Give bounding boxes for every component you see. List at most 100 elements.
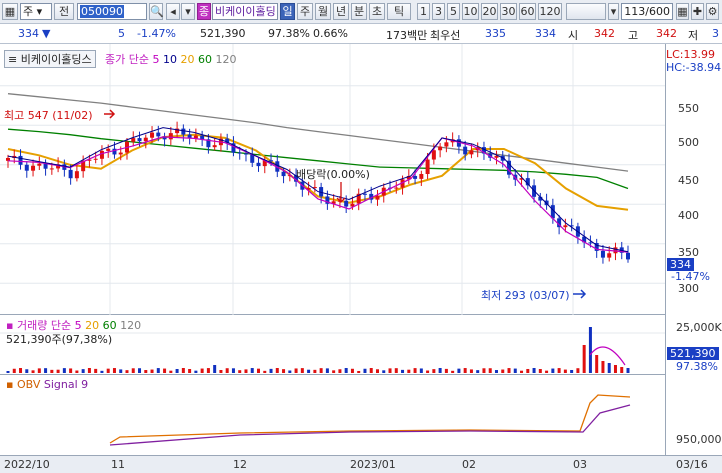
period-tick[interactable]: 틱	[387, 3, 411, 20]
volume-bar	[545, 370, 549, 373]
volume-bar	[225, 368, 229, 373]
prev-button[interactable]: 전	[54, 3, 74, 20]
quote-bid-label: 최우선	[430, 29, 461, 42]
volume-bar	[181, 368, 185, 373]
obv-panel[interactable]: ▪ OBV Signal 9	[0, 375, 665, 455]
volume-bar	[188, 369, 192, 373]
quote-open: 342	[594, 27, 615, 40]
interval-5[interactable]: 5	[447, 3, 460, 20]
quote-low-label: 저	[688, 29, 699, 42]
ma-legend-10: 10	[162, 53, 177, 66]
stock-name[interactable]: 비케이이홀딩	[212, 3, 278, 20]
chevron-down-icon[interactable]: ▾	[181, 3, 195, 20]
interval-20[interactable]: 20	[481, 3, 498, 20]
period-second[interactable]: 초	[369, 3, 385, 20]
volume-bar	[582, 345, 586, 373]
low-arrow-icon	[573, 289, 587, 299]
y-tick-500: 500	[678, 136, 699, 149]
obv-label: OBV	[16, 378, 41, 391]
chevron-down-icon[interactable]: ▾	[608, 3, 619, 20]
y-tick-450: 450	[678, 174, 699, 187]
volume-bar	[112, 368, 116, 373]
volume-bar	[620, 367, 624, 373]
quote-low: 3	[712, 27, 719, 40]
volume-bar	[513, 368, 517, 373]
candle-body	[469, 150, 474, 155]
interval-1[interactable]: 1	[417, 3, 430, 20]
volume-bar	[169, 370, 173, 373]
volume-bar	[344, 368, 348, 373]
x-tick-03-16: 03/16	[676, 458, 708, 471]
candle-body	[600, 250, 605, 258]
interval-30[interactable]: 30	[500, 3, 517, 20]
volume-bar	[219, 370, 223, 373]
volume-bar	[607, 363, 611, 373]
volume-bar	[238, 370, 242, 373]
volume-bar	[231, 368, 235, 373]
candle-body	[24, 164, 29, 171]
volume-current-tag: 521,390	[667, 347, 719, 360]
volume-bar	[507, 368, 511, 373]
candle-body	[74, 171, 79, 179]
volume-bar	[588, 327, 592, 373]
obv-chart[interactable]	[0, 375, 665, 455]
period-minute[interactable]: 분	[351, 3, 367, 20]
stock-title: 비케이이홀딩스	[20, 53, 92, 66]
period-week[interactable]: 주	[297, 3, 313, 20]
volume-bar	[501, 369, 505, 373]
volume-bar	[520, 370, 524, 373]
volume-bar	[269, 368, 273, 373]
table-icon[interactable]: ▦	[2, 3, 18, 20]
interval-10[interactable]: 10	[462, 3, 479, 20]
interval-60[interactable]: 60	[519, 3, 536, 20]
chart-menu[interactable]: ≡ 비케이이홀딩스	[4, 50, 96, 68]
candle-body	[37, 163, 42, 166]
settings-icon[interactable]: ⚙	[706, 3, 719, 20]
quote-high-label: 고	[628, 29, 639, 42]
quote-vol-ratio: 97.38%	[268, 27, 310, 40]
quote-high: 342	[656, 27, 677, 40]
price-axis: LC:13.99 HC:-38.94 550 500 450 400 350 3…	[665, 44, 722, 315]
volume-bar	[576, 368, 580, 373]
candle-body	[181, 128, 186, 135]
interval-120[interactable]: 120	[538, 3, 562, 20]
price-chart-panel[interactable]: ≡ 비케이이홀딩스 종가 단순 5 10 20 60 120 최고 547 (1…	[0, 44, 665, 315]
speaker-icon[interactable]: ◂	[166, 3, 180, 20]
volume-bar	[438, 368, 442, 373]
volume-bar	[125, 370, 129, 373]
volume-bar	[106, 368, 110, 373]
candle-body	[99, 150, 104, 159]
ma-legend-5: 5	[152, 53, 160, 66]
volume-bar	[463, 368, 467, 373]
volume-bar	[363, 368, 367, 373]
candle-body	[93, 158, 98, 160]
volume-bar	[294, 368, 298, 373]
candle-body	[419, 173, 424, 179]
period-year[interactable]: 년	[333, 3, 349, 20]
count-field[interactable]: 113/600	[621, 3, 673, 20]
volume-bar	[131, 368, 135, 373]
crosshair-icon[interactable]: ✚	[691, 3, 704, 20]
volume-current-pct: 97.38%	[676, 360, 718, 373]
grid-icon[interactable]: ▦	[676, 3, 689, 20]
y-tick-400: 400	[678, 209, 699, 222]
volume-panel[interactable]: ▪ 거래량 단순 5 20 60 120 521,390주(97,38%)	[0, 315, 665, 375]
volume-bar	[401, 369, 405, 373]
period-day[interactable]: 일	[280, 3, 295, 20]
y-tick-300: 300	[678, 282, 699, 295]
code-input[interactable]: 050090	[77, 3, 147, 20]
interval-3[interactable]: 3	[432, 3, 445, 20]
current-pct: -1.47%	[671, 270, 710, 283]
volume-bar	[557, 368, 561, 373]
high-arrow-icon	[104, 109, 116, 119]
mode-select[interactable]: 주 ▾	[20, 3, 52, 20]
code-value: 050090	[80, 5, 124, 18]
quote-price: 334	[18, 27, 39, 40]
candle-body	[143, 137, 148, 142]
period-month[interactable]: 월	[315, 3, 331, 20]
search-icon[interactable]: 🔍	[149, 3, 164, 20]
candle-body	[31, 165, 36, 171]
candle-body	[150, 132, 155, 138]
candle-body	[269, 160, 274, 162]
interval-custom[interactable]	[566, 3, 606, 20]
